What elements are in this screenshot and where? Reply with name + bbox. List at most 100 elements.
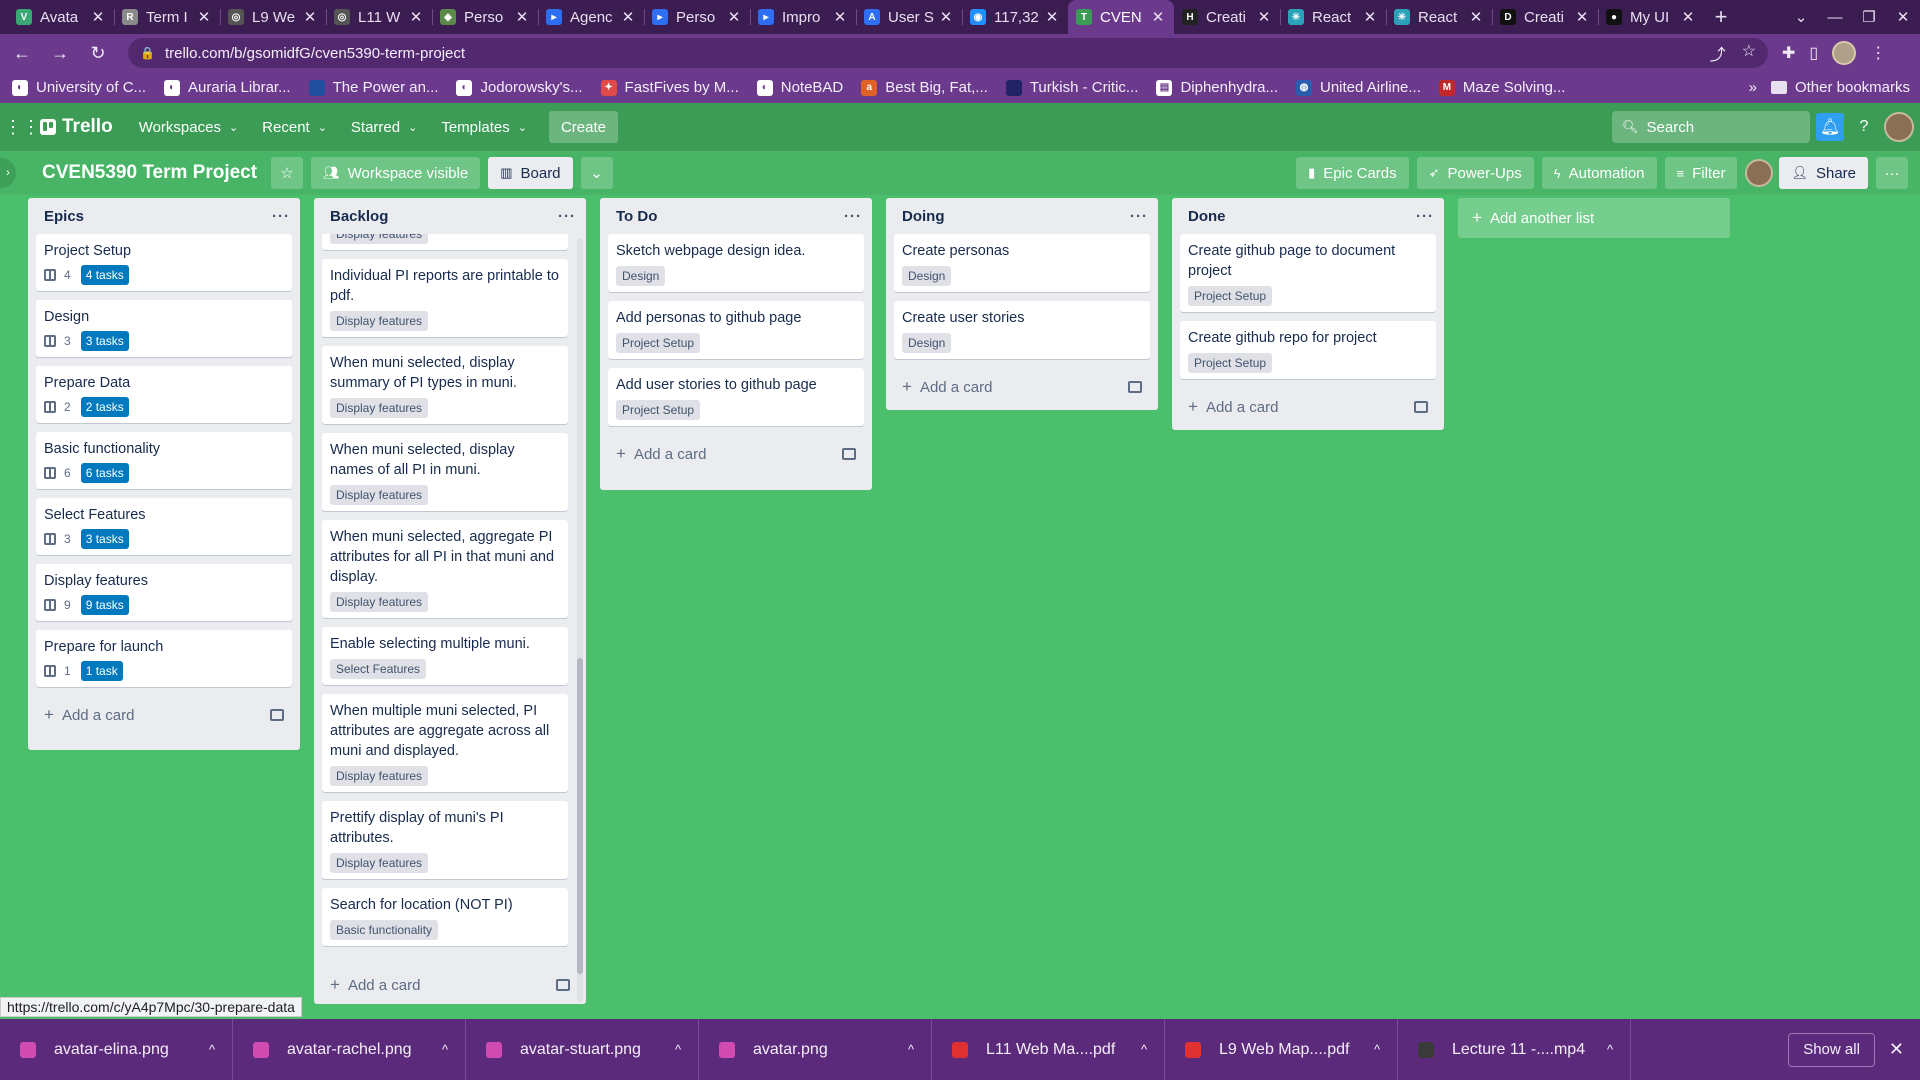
- sidebar-toggle-icon[interactable]: ›: [0, 158, 16, 188]
- card[interactable]: Design 3 3 tasks: [36, 300, 292, 357]
- close-tab-icon[interactable]: ✕: [408, 8, 424, 26]
- close-tab-icon[interactable]: ✕: [620, 8, 636, 26]
- close-tab-icon[interactable]: ✕: [1256, 8, 1272, 26]
- bookmark-item[interactable]: ◍ United Airline...: [1296, 79, 1421, 96]
- browser-tab[interactable]: ▸ Impro ✕: [750, 0, 856, 34]
- reload-icon[interactable]: ↻: [82, 43, 114, 64]
- chevron-up-icon[interactable]: ^: [192, 1042, 232, 1057]
- bookmark-item[interactable]: ◐ University of C...: [12, 79, 146, 96]
- card[interactable]: Select Features 3 3 tasks: [36, 498, 292, 555]
- download-item[interactable]: avatar-elina.png ^: [0, 1019, 233, 1080]
- search-input[interactable]: 🔍︎ Search: [1612, 111, 1810, 143]
- download-item[interactable]: L11 Web Ma....pdf ^: [932, 1019, 1165, 1080]
- forward-icon[interactable]: →: [44, 43, 76, 64]
- card[interactable]: When muni selected, aggregate PI attribu…: [322, 520, 568, 618]
- card[interactable]: Create user stories Design: [894, 301, 1150, 359]
- notifications-icon[interactable]: 🔔︎: [1816, 113, 1844, 141]
- browser-tab[interactable]: ● My UI ✕: [1598, 0, 1704, 34]
- list-scrollbar[interactable]: [577, 238, 583, 1002]
- new-tab-button[interactable]: +: [1704, 0, 1738, 34]
- browser-tab[interactable]: T CVEN ✕: [1068, 0, 1174, 34]
- visibility-button[interactable]: 👥︎ Workspace visible: [311, 157, 481, 189]
- close-downloads-icon[interactable]: ✕: [1889, 1039, 1904, 1060]
- tab-search-icon[interactable]: ⌄: [1784, 8, 1818, 26]
- profile-avatar[interactable]: [1832, 41, 1857, 65]
- card[interactable]: When muni selected, display summary of P…: [322, 346, 568, 424]
- close-window-icon[interactable]: ✕: [1886, 8, 1920, 26]
- card-template-icon[interactable]: [842, 448, 856, 460]
- help-icon[interactable]: ?: [1850, 113, 1878, 141]
- download-item[interactable]: Lecture 11 -....mp4 ^: [1398, 1019, 1631, 1080]
- browser-tab[interactable]: ✳ React ✕: [1386, 0, 1492, 34]
- browser-menu-icon[interactable]: ⋮: [1870, 43, 1886, 63]
- card[interactable]: Sketch webpage design idea. Design: [608, 234, 864, 292]
- close-tab-icon[interactable]: ✕: [196, 8, 212, 26]
- list-title[interactable]: Epics: [44, 208, 84, 225]
- epic-cards-button[interactable]: ▮ Epic Cards: [1296, 157, 1409, 189]
- scrollbar-thumb[interactable]: [577, 658, 583, 974]
- chevron-up-icon[interactable]: ^: [1357, 1042, 1397, 1057]
- chevron-up-icon[interactable]: ^: [1124, 1042, 1164, 1057]
- card[interactable]: Create github repo for project Project Se…: [1180, 321, 1436, 379]
- app-switcher-icon[interactable]: ⋮⋮⋮: [4, 117, 58, 138]
- download-item[interactable]: avatar-stuart.png ^: [466, 1019, 699, 1080]
- bookmark-item[interactable]: ◐ Jodorowsky's...: [456, 79, 583, 96]
- card[interactable]: Search for location (NOT PI) Basic functi…: [322, 888, 568, 946]
- board-title[interactable]: CVEN5390 Term Project: [42, 162, 257, 184]
- bookmark-item[interactable]: ✦ FastFives by M...: [600, 79, 739, 96]
- add-card-button[interactable]: + Add a card: [28, 696, 300, 734]
- other-bookmarks[interactable]: Other bookmarks: [1770, 79, 1910, 96]
- add-card-button[interactable]: + Add a card: [600, 435, 872, 473]
- browser-tab[interactable]: ✳ React ✕: [1280, 0, 1386, 34]
- card[interactable]: Display features: [322, 234, 568, 250]
- close-tab-icon[interactable]: ✕: [1362, 8, 1378, 26]
- chevron-up-icon[interactable]: ^: [891, 1042, 931, 1057]
- browser-tab[interactable]: R Term I ✕: [114, 0, 220, 34]
- bookmark-item[interactable]: Turkish - Critic...: [1005, 79, 1138, 96]
- browser-tab[interactable]: A User S ✕: [856, 0, 962, 34]
- bookmark-star-icon[interactable]: ☆: [1742, 41, 1756, 65]
- card[interactable]: Create personas Design: [894, 234, 1150, 292]
- close-tab-icon[interactable]: ✕: [302, 8, 318, 26]
- automation-button[interactable]: ϟ Automation: [1541, 157, 1657, 189]
- board-view-button[interactable]: ▥ Board: [488, 157, 573, 189]
- card-template-icon[interactable]: [1414, 401, 1428, 413]
- card[interactable]: Create github page to document project Pr…: [1180, 234, 1436, 312]
- card[interactable]: Add user stories to github page Project S…: [608, 368, 864, 426]
- browser-tab[interactable]: ◉ 117,32 ✕: [962, 0, 1068, 34]
- close-tab-icon[interactable]: ✕: [1150, 8, 1166, 26]
- list-menu-icon[interactable]: ···: [558, 208, 576, 225]
- list-menu-icon[interactable]: ···: [1416, 208, 1434, 225]
- header-menu-recent[interactable]: Recent ⌄: [250, 111, 339, 143]
- show-all-button[interactable]: Show all: [1788, 1032, 1875, 1067]
- list-title[interactable]: Done: [1188, 208, 1226, 225]
- browser-tab[interactable]: ◎ L9 We ✕: [220, 0, 326, 34]
- list-title[interactable]: Backlog: [330, 208, 388, 225]
- header-menu-workspaces[interactable]: Workspaces ⌄: [127, 111, 250, 143]
- download-item[interactable]: L9 Web Map....pdf ^: [1165, 1019, 1398, 1080]
- close-tab-icon[interactable]: ✕: [1044, 8, 1060, 26]
- bookmark-item[interactable]: ▤ Diphenhydra...: [1156, 79, 1278, 96]
- address-bar[interactable]: 🔒 trello.com/b/gsomidfG/cven5390-term-pr…: [128, 38, 1768, 68]
- share-button[interactable]: 👤︎ Share: [1779, 157, 1868, 189]
- card[interactable]: Prepare Data 2 2 tasks: [36, 366, 292, 423]
- avatar[interactable]: [1884, 112, 1914, 142]
- list-title[interactable]: To Do: [616, 208, 657, 225]
- close-tab-icon[interactable]: ✕: [726, 8, 742, 26]
- views-dropdown-icon[interactable]: ⌄: [580, 157, 613, 189]
- browser-tab[interactable]: D Creati ✕: [1492, 0, 1598, 34]
- add-card-button[interactable]: + Add a card: [314, 966, 586, 1004]
- create-button[interactable]: Create: [548, 111, 618, 143]
- list-menu-icon[interactable]: ···: [1130, 208, 1148, 225]
- close-tab-icon[interactable]: ✕: [1680, 8, 1696, 26]
- chevron-up-icon[interactable]: ^: [1590, 1042, 1630, 1057]
- card[interactable]: Enable selecting multiple muni. Select Fe…: [322, 627, 568, 685]
- browser-tab[interactable]: ◆ Perso ✕: [432, 0, 538, 34]
- close-tab-icon[interactable]: ✕: [1468, 8, 1484, 26]
- download-item[interactable]: avatar.png ^: [699, 1019, 932, 1080]
- add-list-button[interactable]: + Add another list: [1458, 198, 1730, 238]
- card[interactable]: When multiple muni selected, PI attribut…: [322, 694, 568, 792]
- card[interactable]: Project Setup 4 4 tasks: [36, 234, 292, 291]
- bookmark-item[interactable]: The Power an...: [308, 79, 438, 96]
- browser-tab[interactable]: ◎ L11 W ✕: [326, 0, 432, 34]
